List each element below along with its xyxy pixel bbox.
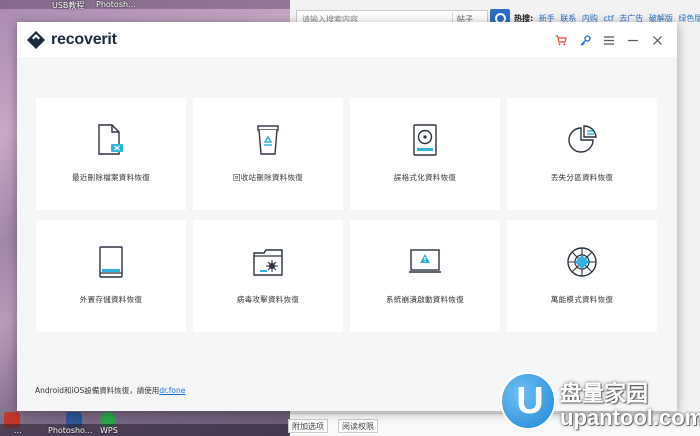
card-system-crash[interactable]: 系統崩潰啟動資料恢復 <box>350 220 500 332</box>
footer-note: Android和iOS設備資料恢復，請使用dr.fone <box>35 385 185 396</box>
footer-text: Android和iOS設備資料恢復，請使用 <box>35 386 160 395</box>
title-actions <box>549 31 669 49</box>
card-external-device[interactable]: 外置存儲資料恢復 <box>36 220 186 332</box>
card-label: 系統崩潰啟動資料恢復 <box>386 295 464 304</box>
desktop-icon-label[interactable]: Photosho... <box>48 426 92 435</box>
app-name: recoverit <box>51 31 117 48</box>
card-lost-partition[interactable]: 丟失分區資料恢復 <box>507 98 657 210</box>
watermark-en-text: upantool.com <box>560 405 700 430</box>
desktop-icon-label[interactable]: WPS <box>100 426 118 435</box>
watermark-cn-text: 盘量家园 <box>560 382 649 407</box>
card-label: 回收站刪除資料恢復 <box>232 173 304 182</box>
desktop-icon-label[interactable]: Photosh... <box>96 0 136 9</box>
card-label: 丟失分區資料恢復 <box>550 173 614 182</box>
card-formatted-drive[interactable]: 誤格式化資料恢復 <box>350 98 500 210</box>
drfone-link[interactable]: dr.fone <box>159 386 185 395</box>
system-crash-icon <box>409 244 441 280</box>
external-device-icon <box>98 244 124 280</box>
card-all-around[interactable]: 萬能模式資料恢復 <box>507 220 657 332</box>
recoverit-logo-icon <box>27 31 45 49</box>
formatted-drive-icon <box>412 122 438 158</box>
site-watermark: U 盘量家园 upantool.com <box>500 372 700 436</box>
key-icon[interactable] <box>573 31 597 49</box>
recycle-bin-icon <box>255 122 281 158</box>
card-recycle-bin[interactable]: 回收站刪除資料恢復 <box>193 98 343 210</box>
card-label: 病毒攻擊資料恢復 <box>236 295 300 304</box>
cart-icon[interactable] <box>549 31 573 49</box>
card-label: 外置存儲資料恢復 <box>79 295 143 304</box>
card-deleted-files[interactable]: 最近刪除檔案資料恢復 <box>36 98 186 210</box>
close-icon[interactable] <box>645 31 669 49</box>
watermark-letter: U <box>516 380 544 422</box>
desktop-bottom-strip <box>0 424 290 436</box>
card-label: 誤格式化資料恢復 <box>393 173 457 182</box>
deleted-file-icon <box>97 122 125 158</box>
desktop-top-strip <box>0 0 290 9</box>
app-logo: recoverit <box>27 31 117 49</box>
lost-partition-icon <box>566 122 598 158</box>
desktop-icon-label[interactable]: USB教程 <box>52 0 84 11</box>
all-around-icon <box>566 244 598 280</box>
virus-attack-icon <box>253 244 283 280</box>
menu-icon[interactable] <box>597 31 621 49</box>
watermark-logo: U <box>500 372 556 430</box>
card-label: 萬能模式資料恢復 <box>550 295 614 304</box>
read-permission-button[interactable]: 阅读权限 <box>338 419 378 433</box>
title-bar: recoverit <box>17 22 677 57</box>
minimize-icon[interactable] <box>621 31 645 49</box>
desktop-icon-label[interactable]: ... <box>14 426 22 435</box>
card-virus-attack[interactable]: 病毒攻擊資料恢復 <box>193 220 343 332</box>
recoverit-window: recoverit 最近刪除檔案資料恢復 回收站刪除資料恢復 誤格式化資料恢復 … <box>17 22 677 411</box>
card-label: 最近刪除檔案資料恢復 <box>72 173 150 182</box>
attach-options-button[interactable]: 附加选项 <box>288 419 328 433</box>
hot-search-link[interactable]: 绿色版 <box>678 14 700 23</box>
